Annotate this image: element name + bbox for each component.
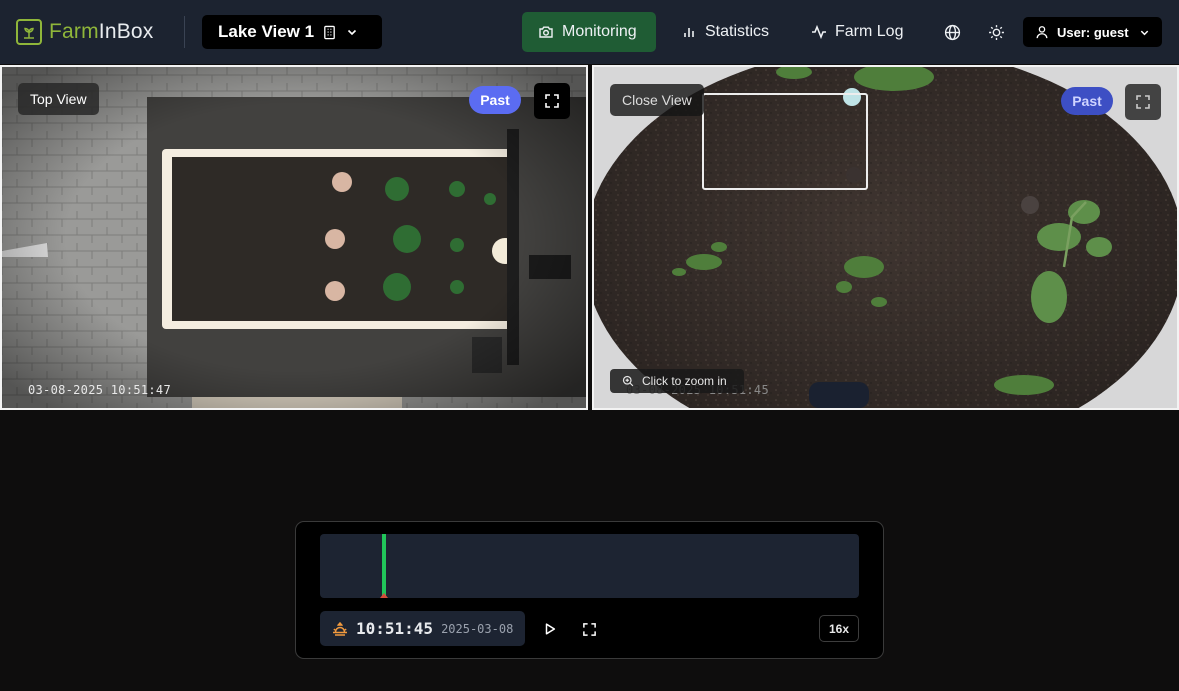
timeline-playhead[interactable] xyxy=(382,534,386,598)
past-badge: Past xyxy=(469,86,521,114)
user-icon xyxy=(1036,26,1048,39)
top-view-camera[interactable]: Top View Past 03-08-2025 10:51:47 xyxy=(0,65,588,410)
expand-timeline-button[interactable] xyxy=(580,620,598,638)
camera-timestamp: 03-08-2025 10:51:47 xyxy=(28,383,171,397)
close-view-feed xyxy=(594,67,1177,408)
top-view-feed xyxy=(2,67,586,408)
play-icon xyxy=(545,623,556,635)
camera-label: Top View xyxy=(18,83,99,115)
nav-farm-log[interactable]: Farm Log xyxy=(811,12,903,52)
activity-icon xyxy=(812,24,826,40)
globe-icon xyxy=(944,24,960,40)
logo-word-in: In xyxy=(98,20,117,43)
chevron-down-icon xyxy=(1139,27,1150,38)
timeline-scrubber[interactable] xyxy=(320,534,859,598)
playback-panel: 10:51:45 2025-03-08 16x xyxy=(295,521,884,659)
sunrise-icon xyxy=(333,621,347,636)
nav-monitoring-label: Monitoring xyxy=(562,23,637,40)
close-view-camera[interactable]: Close View Past 03-08-2025 10:51:45 Clic… xyxy=(592,65,1179,410)
fullscreen-icon xyxy=(545,94,559,108)
zoom-hint[interactable]: Click to zoom in xyxy=(610,369,744,393)
fullscreen-button[interactable] xyxy=(1125,84,1161,120)
sun-icon xyxy=(988,24,1004,40)
user-menu[interactable]: User: guest xyxy=(1023,17,1162,47)
zoom-region[interactable] xyxy=(702,93,868,190)
past-badge: Past xyxy=(1061,87,1113,115)
language-button[interactable] xyxy=(942,22,962,42)
current-time-display[interactable]: 10:51:45 2025-03-08 xyxy=(320,611,525,646)
fullscreen-icon xyxy=(1136,95,1150,109)
zoom-in-icon xyxy=(622,375,634,387)
farm-name: Lake View 1 xyxy=(218,22,315,41)
zoom-hint-label: Click to zoom in xyxy=(642,374,727,388)
fullscreen-icon xyxy=(582,622,596,636)
current-time: 10:51:45 xyxy=(356,619,434,638)
nav-statistics-label: Statistics xyxy=(705,23,770,40)
logo-word-box: Box xyxy=(116,20,154,43)
playhead-marker xyxy=(380,593,388,598)
play-button[interactable] xyxy=(541,620,559,638)
sprout-icon xyxy=(16,19,42,45)
camera-label: Close View xyxy=(610,84,704,116)
nav-monitoring[interactable]: Monitoring xyxy=(522,12,656,52)
user-label: User: guest xyxy=(1057,24,1129,40)
farm-selector[interactable]: Lake View 1 xyxy=(202,15,382,49)
building-icon xyxy=(322,25,337,40)
camera-icon xyxy=(539,26,553,38)
nav-farm-log-label: Farm Log xyxy=(835,23,904,40)
app-logo[interactable]: FarmInBox xyxy=(16,19,154,45)
top-bar: FarmInBox Lake View 1 Monitoring Statist… xyxy=(0,0,1179,64)
chevron-down-icon xyxy=(346,26,358,38)
playback-speed-button[interactable]: 16x xyxy=(819,615,859,642)
app-logo-text: FarmInBox xyxy=(49,20,154,44)
nav-statistics[interactable]: Statistics xyxy=(681,12,769,52)
current-date: 2025-03-08 xyxy=(441,621,514,636)
fullscreen-button[interactable] xyxy=(534,83,570,119)
logo-word-farm: Farm xyxy=(49,20,99,43)
bar-chart-icon xyxy=(684,28,694,37)
theme-toggle[interactable] xyxy=(986,22,1006,42)
header-divider xyxy=(184,16,185,48)
